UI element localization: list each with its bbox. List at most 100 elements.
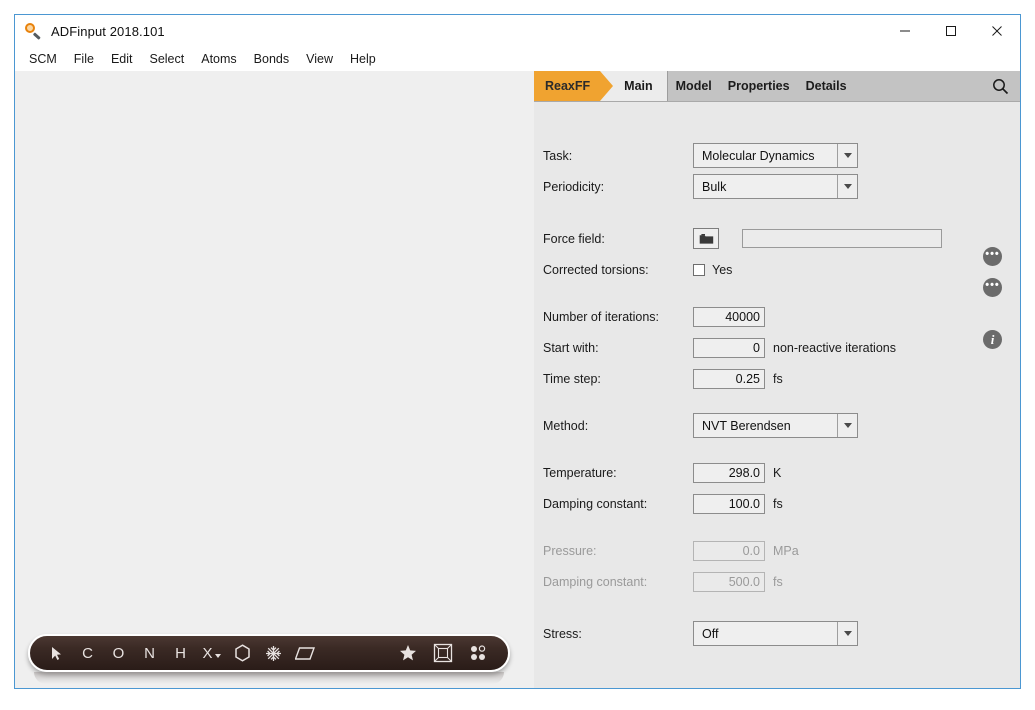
temperature-input[interactable]: 298.0 — [693, 462, 765, 483]
time-step-unit: fs — [773, 371, 783, 386]
ellipsis-icon: ••• — [985, 279, 1000, 291]
row-task: Task: Molecular Dynamics ••• — [534, 143, 1020, 266]
periodicity-value: Bulk — [702, 179, 727, 194]
corrected-torsions-label: Corrected torsions: — [543, 262, 649, 277]
select-arrow-icon[interactable] — [42, 638, 71, 668]
force-field-info-button[interactable]: i — [983, 330, 1002, 349]
row-start-with: Start with: 0 non-reactive iterations — [534, 336, 1020, 359]
reaxff-main-form: Task: Molecular Dynamics ••• Periodicity… — [534, 102, 1020, 688]
task-dropdown[interactable]: Molecular Dynamics — [693, 143, 858, 168]
title-bar: ADFinput 2018.101 — [15, 15, 1020, 47]
method-value: NVT Berendsen — [702, 418, 791, 433]
row-pressure-damping: Damping constant: 500.0 fs — [534, 570, 1020, 593]
plane-tool[interactable] — [290, 638, 319, 668]
row-temperature: Temperature: 298.0 K — [534, 461, 1020, 484]
row-method: Method: NVT Berendsen — [534, 413, 1020, 438]
tab-details[interactable]: Details — [798, 71, 855, 101]
time-step-input[interactable]: 0.25 — [693, 368, 765, 389]
toolbar-reflection — [34, 672, 504, 684]
row-time-step: Time step: 0.25 fs — [534, 367, 1020, 390]
force-field-input[interactable] — [742, 229, 942, 248]
stress-dropdown[interactable]: Off — [693, 621, 858, 646]
tab-properties[interactable]: Properties — [720, 71, 798, 101]
pressure-damping-input: 500.0 — [693, 571, 765, 592]
nitrogen-atom-tool[interactable]: N — [135, 638, 164, 668]
menu-item-help[interactable]: Help — [350, 50, 387, 68]
start-with-label: Start with: — [543, 340, 599, 355]
hydrogen-atom-tool[interactable]: H — [166, 638, 195, 668]
menu-item-atoms[interactable]: Atoms — [201, 50, 247, 68]
main-split: C O N H X ReaxFF Main Model Properties D… — [15, 71, 1020, 688]
search-icon[interactable] — [980, 71, 1020, 101]
window-title: ADFinput 2018.101 — [51, 23, 165, 39]
menu-item-view[interactable]: View — [306, 50, 344, 68]
other-element-label: X — [202, 644, 213, 662]
force-field-label: Force field: — [543, 231, 605, 246]
module-badge-reaxff[interactable]: ReaxFF — [534, 71, 614, 101]
periodicity-label: Periodicity: — [543, 179, 605, 194]
start-with-unit: non-reactive iterations — [773, 340, 896, 355]
chevron-down-icon — [837, 144, 857, 167]
task-more-button[interactable]: ••• — [983, 247, 1002, 266]
row-temperature-damping: Damping constant: 100.0 fs — [534, 492, 1020, 515]
temperature-label: Temperature: — [543, 465, 617, 480]
menu-item-select[interactable]: Select — [149, 50, 195, 68]
corrected-torsions-checkbox-group[interactable]: Yes — [693, 263, 732, 277]
row-periodicity: Periodicity: Bulk ••• — [534, 174, 1020, 297]
iterations-input[interactable]: 40000 — [693, 306, 765, 327]
snowflake-tool[interactable] — [259, 638, 288, 668]
close-button[interactable] — [974, 15, 1020, 47]
chevron-down-icon — [837, 414, 857, 437]
temperature-unit: K — [773, 465, 782, 480]
ellipsis-icon: ••• — [985, 248, 1000, 260]
row-pressure: Pressure: 0.0 MPa — [534, 539, 1020, 562]
molecule-toolbar-wrapper: C O N H X — [28, 634, 510, 684]
pressure-damping-unit: fs — [773, 574, 783, 589]
chevron-down-icon — [837, 622, 857, 645]
tab-bar: ReaxFF Main Model Properties Details — [534, 71, 1020, 102]
menu-item-bonds[interactable]: Bonds — [254, 50, 300, 68]
chevron-down-icon — [214, 654, 221, 658]
badge-container: ReaxFF — [534, 71, 614, 101]
corrected-torsions-checkbox-label: Yes — [712, 262, 733, 277]
iterations-label: Number of iterations: — [543, 309, 660, 324]
magnifier-icon — [25, 22, 43, 40]
task-value: Molecular Dynamics — [702, 148, 815, 163]
menu-item-file[interactable]: File — [74, 50, 105, 68]
oxygen-atom-tool[interactable]: O — [104, 638, 133, 668]
dot-grid-icon[interactable] — [463, 638, 492, 668]
settings-panel: ReaxFF Main Model Properties Details Tas… — [534, 71, 1020, 688]
menu-item-edit[interactable]: Edit — [111, 50, 144, 68]
temperature-damping-unit: fs — [773, 496, 783, 511]
method-label: Method: — [543, 418, 589, 433]
maximize-button[interactable] — [928, 15, 974, 47]
row-iterations: Number of iterations: 40000 — [534, 305, 1020, 328]
molecule-toolbar: C O N H X — [28, 634, 510, 672]
corrected-torsions-checkbox[interactable] — [693, 263, 705, 276]
benzene-ring-tool[interactable] — [228, 638, 257, 668]
stress-label: Stress: — [543, 626, 582, 641]
tab-model[interactable]: Model — [668, 71, 720, 101]
molecule-viewport[interactable]: C O N H X — [15, 71, 534, 688]
carbon-atom-tool[interactable]: C — [73, 638, 102, 668]
force-field-browse-button[interactable] — [693, 228, 719, 249]
temperature-damping-input[interactable]: 100.0 — [693, 493, 765, 514]
favorites-star-icon[interactable] — [393, 638, 422, 668]
tab-bar-spacer — [855, 71, 980, 101]
other-element-tool[interactable]: X — [197, 638, 226, 668]
method-dropdown[interactable]: NVT Berendsen — [693, 413, 858, 438]
pressure-damping-label: Damping constant: — [543, 574, 648, 589]
page-bottom-strip — [0, 689, 1035, 710]
menu-item-scm[interactable]: SCM — [29, 50, 68, 68]
periodicity-more-button[interactable]: ••• — [983, 278, 1002, 297]
temperature-damping-label: Damping constant: — [543, 496, 648, 511]
periodicity-dropdown[interactable]: Bulk — [693, 174, 858, 199]
minimize-button[interactable] — [882, 15, 928, 47]
window-controls — [882, 15, 1020, 47]
task-label: Task: — [543, 148, 573, 163]
application-window: ADFinput 2018.101 SCM File Edit Select A… — [14, 14, 1021, 689]
start-with-input[interactable]: 0 — [693, 337, 765, 358]
lattice-cube-icon[interactable] — [428, 638, 457, 668]
pressure-input: 0.0 — [693, 540, 765, 561]
row-stress: Stress: Off — [534, 621, 1020, 646]
